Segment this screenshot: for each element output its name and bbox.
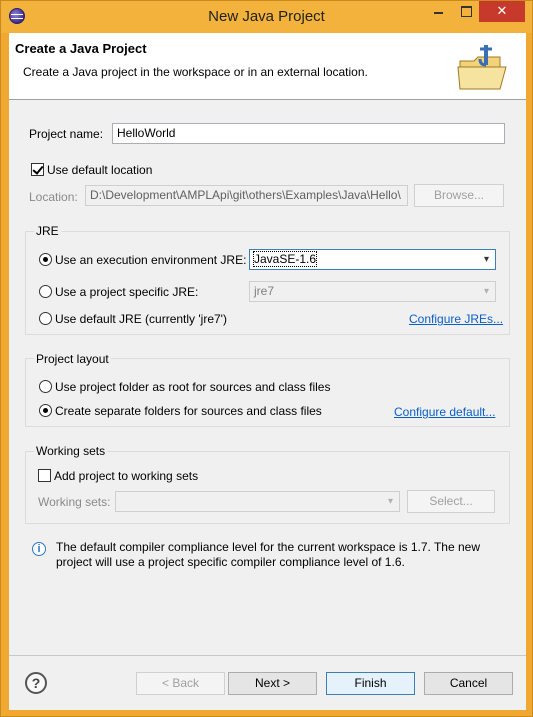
project-specific-jre-label: Use a project specific JRE: <box>55 285 199 299</box>
select-working-sets-button[interactable]: Select... <box>407 490 495 513</box>
jre-group-title: JRE <box>34 224 61 238</box>
close-button[interactable]: ✕ <box>479 1 525 22</box>
location-label: Location: <box>29 190 78 204</box>
dialog-window: New Java Project ✕ Create a Java Project… <box>0 0 533 717</box>
project-name-input[interactable]: HelloWorld <box>112 123 505 144</box>
next-button[interactable]: Next > <box>228 672 317 695</box>
dialog-client-area: Create a Java Project Create a Java proj… <box>9 33 526 710</box>
cancel-button[interactable]: Cancel <box>424 672 513 695</box>
add-to-working-sets-checkbox[interactable] <box>38 469 51 482</box>
working-sets-select[interactable]: ▾ <box>115 491 400 512</box>
project-specific-jre-select[interactable]: jre7 ▾ <box>249 281 496 302</box>
add-to-working-sets-label: Add project to working sets <box>54 469 199 483</box>
location-input[interactable]: D:\Development\AMPLApi\git\others\Exampl… <box>85 185 408 206</box>
maximize-button[interactable] <box>452 1 479 22</box>
radio-project-specific-jre[interactable] <box>39 285 52 298</box>
title-bar[interactable]: New Java Project ✕ <box>1 1 532 33</box>
project-specific-jre-value: jre7 <box>254 284 275 298</box>
wizard-title: Create a Java Project <box>15 41 147 56</box>
working-sets-title: Working sets <box>34 444 108 458</box>
info-icon: i <box>32 542 46 556</box>
java-project-folder-icon <box>457 45 507 90</box>
execution-env-value: JavaSE-1.6 <box>252 251 318 267</box>
radio-folder-root[interactable] <box>39 380 52 393</box>
use-default-location-checkbox[interactable] <box>31 163 44 176</box>
wizard-description: Create a Java project in the workspace o… <box>23 65 368 79</box>
default-jre-label: Use default JRE (currently 'jre7') <box>55 312 227 326</box>
folder-root-label: Use project folder as root for sources a… <box>55 380 331 394</box>
radio-execution-env[interactable] <box>39 253 52 266</box>
help-icon[interactable]: ? <box>25 672 47 694</box>
project-layout-title: Project layout <box>34 352 111 366</box>
chevron-down-icon: ▾ <box>483 254 490 265</box>
chevron-down-icon: ▾ <box>387 496 394 507</box>
working-sets-label: Working sets: <box>38 495 111 509</box>
finish-button[interactable]: Finish <box>326 672 415 695</box>
back-button[interactable]: < Back <box>136 672 225 695</box>
radio-separate-folders[interactable] <box>39 404 52 417</box>
use-default-location-label: Use default location <box>47 163 153 177</box>
working-sets-group <box>25 451 510 524</box>
separate-folders-label: Create separate folders for sources and … <box>55 404 322 418</box>
chevron-down-icon: ▾ <box>483 286 490 297</box>
radio-default-jre[interactable] <box>39 312 52 325</box>
configure-jres-link[interactable]: Configure JREs... <box>409 312 503 326</box>
configure-default-link[interactable]: Configure default... <box>394 405 495 419</box>
compliance-info-message: The default compiler compliance level fo… <box>56 540 480 569</box>
browse-button[interactable]: Browse... <box>414 184 504 207</box>
project-name-label: Project name: <box>29 127 104 141</box>
execution-env-select[interactable]: JavaSE-1.6 ▾ <box>249 249 496 270</box>
minimize-button[interactable] <box>425 1 452 22</box>
wizard-banner: Create a Java Project Create a Java proj… <box>9 33 526 100</box>
execution-env-label: Use an execution environment JRE: <box>55 253 247 267</box>
footer-divider <box>9 655 526 656</box>
